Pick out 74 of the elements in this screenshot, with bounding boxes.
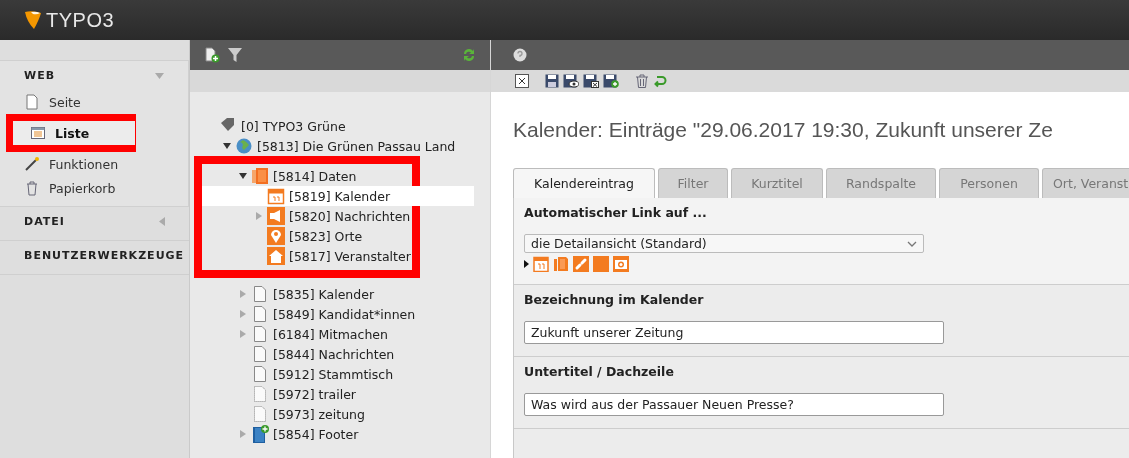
page-icon [24, 94, 40, 110]
logo[interactable]: TYPO3 [46, 8, 115, 32]
expand-arrow-icon[interactable] [239, 430, 247, 438]
page-icon [251, 305, 269, 323]
save-new-icon[interactable] [603, 74, 619, 88]
map-pin-icon [267, 227, 285, 245]
page-icon [251, 345, 269, 363]
expand-arrow-icon[interactable] [239, 330, 247, 338]
house-icon [267, 247, 285, 265]
new-page-icon[interactable] [204, 47, 220, 63]
select-field[interactable]: die Detailansicht (Standard) [524, 234, 924, 253]
module-group-title[interactable]: WEB [24, 69, 56, 82]
tree-row[interactable]: [5823] Orte [202, 226, 474, 246]
tree-row[interactable]: [6184] Mitmachen [190, 324, 490, 344]
save-view-icon[interactable] [563, 74, 579, 88]
expand-arrow-icon[interactable] [255, 212, 263, 220]
collapse-caret-icon[interactable] [155, 72, 164, 79]
page-icon [251, 385, 269, 403]
save-icon[interactable] [545, 74, 559, 88]
page-icon [251, 285, 269, 303]
page-icon [251, 365, 269, 383]
filter-icon[interactable] [228, 47, 242, 63]
text-field[interactable]: Zukunft unserer Zeitung [524, 321, 944, 344]
expand-arrow-icon[interactable] [239, 310, 247, 318]
dropdown-caret-icon [907, 240, 917, 247]
megaphone-icon [267, 207, 285, 225]
text-field[interactable]: Was wird aus der Passauer Neuen Presse? [524, 393, 944, 416]
page-icon[interactable] [553, 256, 569, 272]
list-icon [30, 125, 46, 141]
tree-row[interactable]: [0] TYPO3 Grüne [190, 116, 490, 136]
module-item[interactable]: Liste [13, 121, 135, 145]
tree-row[interactable]: [5973] zeitung [190, 404, 490, 424]
tree-row[interactable]: [5849] Kandidat*innen [190, 304, 490, 324]
logo-icon [24, 10, 42, 30]
close-icon[interactable] [515, 74, 529, 88]
field-label: Automatischer Link auf ... [524, 205, 708, 220]
undo-icon[interactable] [653, 74, 667, 88]
tree-row[interactable]: [5813] Die Grünen Passau Land [190, 136, 490, 156]
globe-icon [235, 137, 253, 155]
folder-icon [251, 167, 269, 185]
book-icon [251, 425, 269, 443]
field-label: Untertitel / Dachzeile [524, 364, 675, 379]
camera-icon[interactable] [613, 256, 629, 272]
page-title: Kalender: Einträge "29.06.2017 19:30, Zukunft unserer Ze [513, 118, 1054, 142]
tree-row[interactable]: [5835] Kalender [190, 284, 490, 304]
tree-row[interactable]: [5972] trailer [190, 384, 490, 404]
calendar-icon [267, 187, 285, 205]
expand-caret-icon[interactable] [524, 260, 529, 268]
module-item[interactable]: Funktionen [0, 152, 188, 176]
collapse-arrow-icon[interactable] [223, 142, 231, 150]
page-icon [251, 325, 269, 343]
tab[interactable]: Kalendereintrag [513, 168, 655, 198]
tree-row[interactable]: [5912] Stammtisch [190, 364, 490, 384]
save-close-icon[interactable] [583, 74, 599, 88]
tree-row[interactable]: [5819] Kalender [202, 186, 474, 206]
tree-row[interactable]: [5844] Nachrichten [190, 344, 490, 364]
help-icon[interactable] [513, 48, 527, 62]
refresh-icon[interactable] [462, 47, 476, 63]
tree-row[interactable]: [5814] Daten [202, 166, 474, 186]
tree-row[interactable]: [5854] Footer [190, 424, 490, 444]
module-group-title[interactable]: BENUTZERWERKZEUGE [24, 249, 185, 262]
module-item[interactable]: Papierkorb [0, 176, 188, 200]
tree-row[interactable]: [5817] Veranstalter [202, 246, 474, 266]
tree-row[interactable]: [5820] Nachrichten [202, 206, 474, 226]
field-label: Bezeichnung im Kalender [524, 292, 705, 307]
collapse-arrow-icon[interactable] [239, 172, 247, 180]
expand-arrow-icon[interactable] [239, 290, 247, 298]
module-item[interactable]: Seite [0, 90, 188, 114]
module-group-title[interactable]: DATEI [24, 215, 65, 228]
wand-icon [24, 156, 40, 172]
trash-icon [24, 180, 40, 196]
delete-icon[interactable] [635, 74, 649, 88]
page-icon [251, 405, 269, 423]
link-icon[interactable] [573, 256, 589, 272]
